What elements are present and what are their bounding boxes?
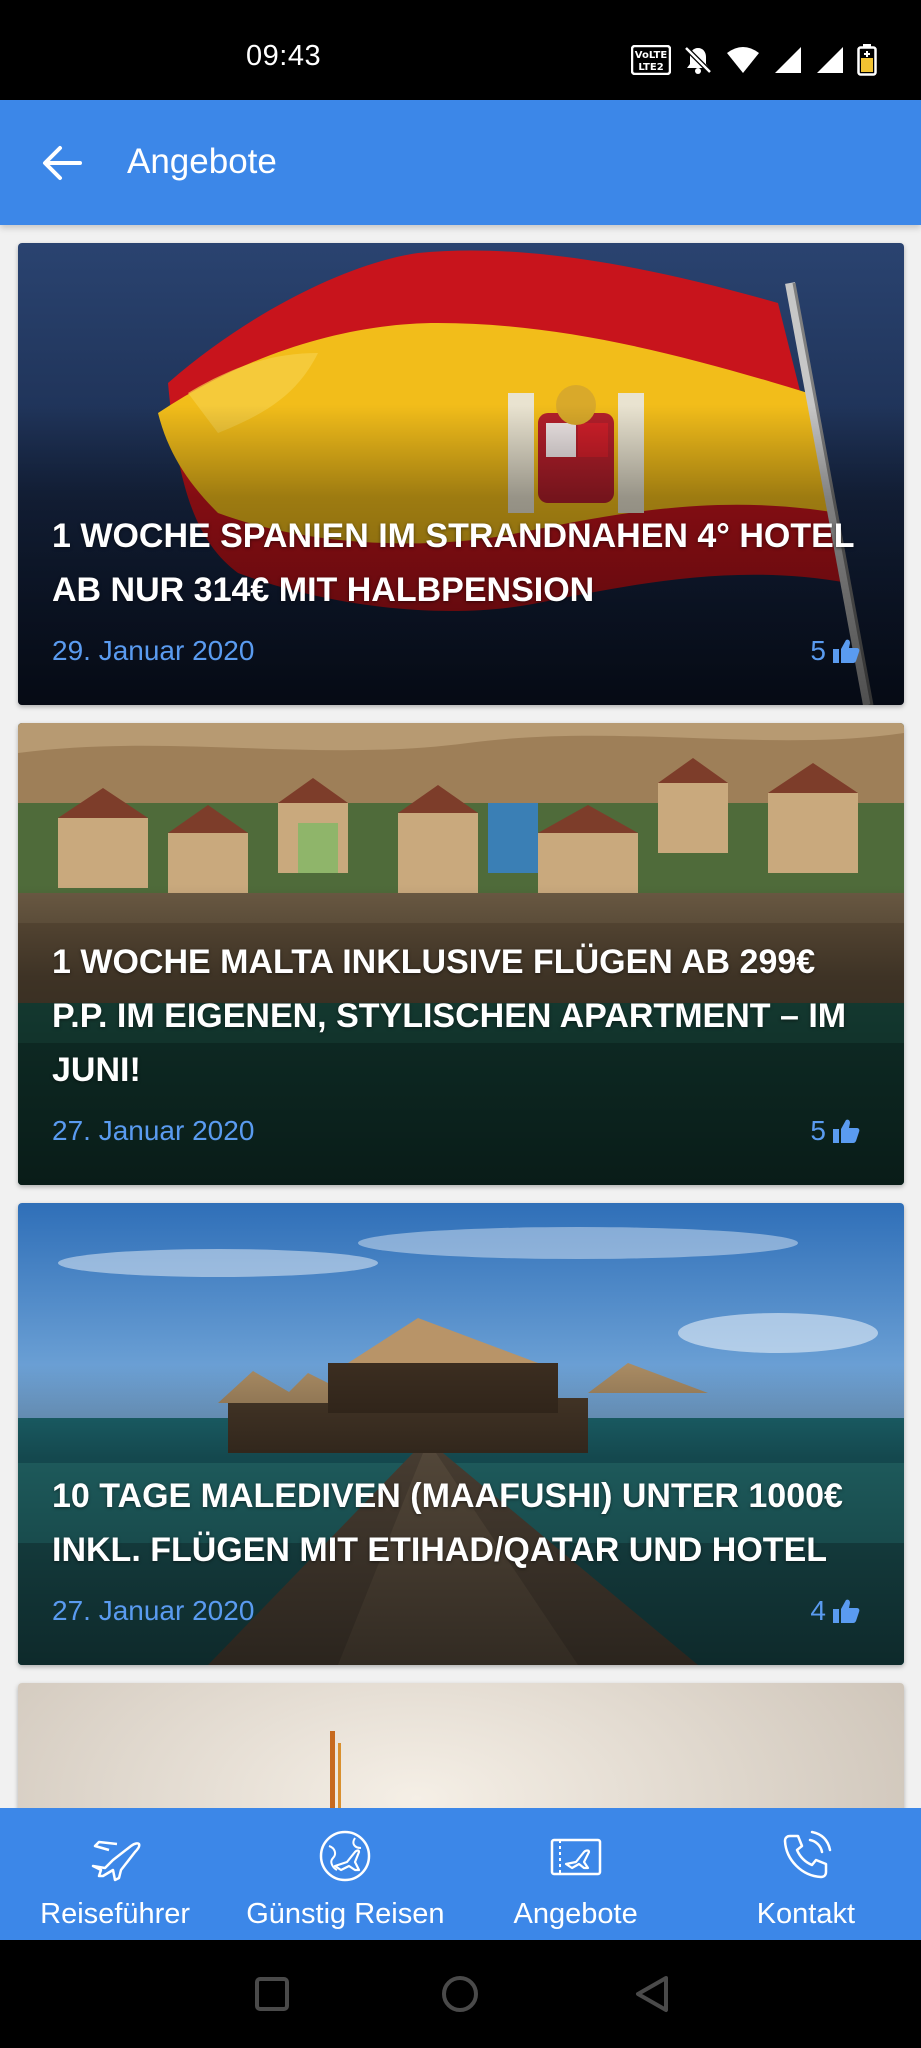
- svg-text:LTE2: LTE2: [638, 62, 663, 73]
- volte-icon: VoLTE LTE2: [631, 45, 671, 75]
- home-button[interactable]: [436, 1970, 484, 2018]
- nav-label: Kontakt: [756, 1898, 856, 1930]
- svg-text:VoLTE: VoLTE: [635, 50, 668, 61]
- nav-label: Günstig Reisen: [246, 1898, 445, 1930]
- like-count[interactable]: 5: [810, 1115, 860, 1147]
- circle-icon: [442, 1976, 478, 2012]
- bottom-nav: Reiseführer Günstig Reisen Angebote Kont…: [0, 1808, 921, 1940]
- nav-label: Reiseführer: [40, 1898, 191, 1930]
- offer-title: 1 Woche Spanien im strandnahen 4° Hotel …: [52, 517, 854, 609]
- ticket-plane-icon: [550, 1838, 601, 1876]
- nav-label: Angebote: [513, 1898, 638, 1930]
- airplane-icon: [91, 1840, 141, 1882]
- square-icon: [255, 1977, 289, 2011]
- offer-date: 27. Januar 2020: [52, 1115, 255, 1146]
- wifi-icon: [727, 47, 759, 73]
- status-bar: 09:43 VoLTE LTE2: [0, 0, 921, 100]
- like-count[interactable]: 5: [810, 635, 860, 667]
- back-button[interactable]: [30, 134, 94, 192]
- thumbs-up-icon: [833, 1119, 860, 1143]
- triangle-back-icon: [636, 1976, 668, 2012]
- offer-card[interactable]: [18, 1683, 904, 1808]
- phone-icon: [783, 1830, 832, 1879]
- system-nav-bar: [0, 1940, 921, 2048]
- nav-item-guenstig-reisen[interactable]: Günstig Reisen: [230, 1808, 460, 1940]
- status-time: 09:43: [246, 40, 322, 72]
- like-count-value: 5: [810, 635, 826, 666]
- nav-item-reisefuehrer[interactable]: Reiseführer: [0, 1808, 230, 1940]
- offer-card[interactable]: 1 Woche Spanien im strandnahen 4° Hotel …: [18, 243, 904, 705]
- offer-title: 1 Woche Malta inklusive Flügen ab 299€ p…: [52, 943, 847, 1089]
- offer-image: [18, 1683, 904, 1808]
- bell-muted-icon: [684, 46, 712, 74]
- nav-item-kontakt[interactable]: Kontakt: [691, 1808, 921, 1940]
- page-title: Angebote: [127, 142, 277, 181]
- recent-apps-button[interactable]: [248, 1970, 296, 2018]
- signal-icon: [817, 47, 843, 73]
- offer-title: 10 Tage Malediven (Maafushi) unter 1000€…: [52, 1477, 843, 1569]
- signal-icon: [775, 47, 801, 73]
- app-bar: Angebote: [0, 100, 921, 225]
- like-count-value: 5: [810, 1115, 826, 1146]
- thumbs-up-icon: [833, 1599, 860, 1623]
- offer-date: 27. Januar 2020: [52, 1595, 255, 1626]
- battery-icon: [857, 44, 877, 76]
- arrow-left-icon: [43, 146, 82, 180]
- like-count-value: 4: [810, 1595, 826, 1626]
- offer-card[interactable]: 1 Woche Malta inklusive Flügen ab 299€ p…: [18, 723, 904, 1185]
- thumbs-up-icon: [833, 639, 860, 663]
- like-count[interactable]: 4: [810, 1595, 860, 1627]
- back-nav-button[interactable]: [628, 1970, 676, 2018]
- nav-item-angebote[interactable]: Angebote: [461, 1808, 691, 1940]
- status-icons: VoLTE LTE2: [631, 44, 877, 76]
- offer-card[interactable]: 10 Tage Malediven (Maafushi) unter 1000€…: [18, 1203, 904, 1665]
- offers-feed[interactable]: 1 Woche Spanien im strandnahen 4° Hotel …: [0, 225, 921, 1808]
- globe-plane-icon: [320, 1830, 371, 1882]
- offer-date: 29. Januar 2020: [52, 635, 255, 666]
